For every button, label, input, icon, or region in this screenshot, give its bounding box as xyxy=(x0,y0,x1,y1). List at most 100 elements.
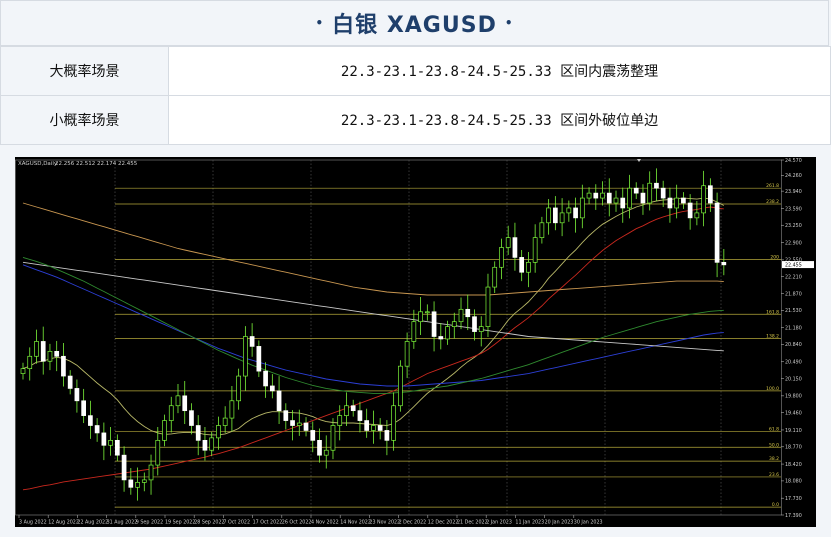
title-text: 白银 XAGUSD xyxy=(332,13,497,38)
candle-body xyxy=(499,247,504,268)
x-tick-label: 22 Aug 2022 xyxy=(77,520,108,526)
y-tick-label: 21.530 xyxy=(785,308,802,314)
candle-body xyxy=(182,395,188,412)
candle-body xyxy=(512,237,518,258)
fib-level-label: 50.0 xyxy=(769,442,779,448)
candle-body xyxy=(40,341,46,362)
candle-body xyxy=(323,449,329,456)
candle-body xyxy=(189,410,194,426)
candle-body xyxy=(519,257,525,273)
fib-level-label: 200 xyxy=(770,254,779,260)
candle-body xyxy=(81,400,86,416)
candle-body xyxy=(465,308,471,318)
y-tick-label: 19.460 xyxy=(785,410,802,416)
candle-body xyxy=(108,439,113,446)
candle-body xyxy=(67,375,73,389)
candle-body xyxy=(155,439,161,466)
candle-body xyxy=(384,430,390,441)
x-tick-label: 31 Aug 2022 xyxy=(107,520,138,526)
chart-title: XAGUSD,Daily xyxy=(18,161,58,167)
candle-body xyxy=(539,222,545,238)
candle-body xyxy=(532,237,538,263)
x-tick-label: 4 Nov 2022 xyxy=(311,520,339,526)
x-tick-label: 11 Jan 2023 xyxy=(515,520,544,526)
candle-body xyxy=(600,192,605,199)
candle-body xyxy=(148,464,154,481)
candle-body xyxy=(418,311,423,323)
candle-body xyxy=(694,212,700,219)
candle-body xyxy=(593,192,599,199)
candle-body xyxy=(290,420,295,426)
candle-body xyxy=(546,207,551,224)
candle-body xyxy=(620,197,626,209)
candle-body xyxy=(573,207,578,219)
candle-body xyxy=(559,212,565,224)
candle-body xyxy=(357,410,363,421)
ohlc-readout: 22.256 22.512 22.174 22.455 xyxy=(55,161,138,167)
candle-body xyxy=(249,336,255,347)
y-tick-label: 17.730 xyxy=(785,496,802,502)
x-tick-label: 12 Aug 2022 xyxy=(48,520,79,526)
y-tick-label: 19.800 xyxy=(785,394,802,400)
candle-body xyxy=(317,439,322,456)
candle-body xyxy=(431,311,437,337)
candle-body xyxy=(526,261,531,273)
x-tick-label: 17 Oct 2022 xyxy=(253,520,283,526)
candle-body xyxy=(121,454,127,481)
candle-body xyxy=(398,365,403,407)
candle-body xyxy=(377,425,383,431)
candle-body xyxy=(243,336,248,377)
y-tick-label: 24.570 xyxy=(785,158,802,164)
candle-body xyxy=(296,422,302,426)
candle-body xyxy=(222,417,228,426)
candle-body xyxy=(337,415,343,426)
x-tick-label: 3 Aug 2022 xyxy=(19,520,47,526)
candle-body xyxy=(687,202,693,219)
candle-body xyxy=(404,341,410,367)
candle-body xyxy=(88,415,93,426)
candle-body xyxy=(654,182,659,189)
x-tick-label: 7 Oct 2022 xyxy=(223,520,250,526)
candle-body xyxy=(640,192,646,204)
candle-body xyxy=(721,261,727,266)
candle-body xyxy=(344,405,349,416)
x-tick-label: 2 Jan 2023 xyxy=(486,520,512,526)
candle-body xyxy=(478,326,484,332)
y-tick-label: 22.210 xyxy=(785,274,802,280)
candle-body xyxy=(424,311,430,314)
candle-body xyxy=(141,479,147,483)
candle-body xyxy=(101,432,107,446)
candle-body xyxy=(391,405,396,441)
fib-level-label: 0.0 xyxy=(772,502,779,508)
candle-body xyxy=(438,336,444,340)
candle-body xyxy=(330,425,336,451)
candle-body xyxy=(256,346,262,372)
fib-level-label: 161.8 xyxy=(766,309,779,315)
candle-body xyxy=(61,355,66,377)
candle-body xyxy=(276,390,282,412)
candle-body xyxy=(216,425,221,439)
candle-body xyxy=(714,202,720,263)
candle-body xyxy=(606,192,612,204)
candle-body xyxy=(451,321,457,327)
candle-body xyxy=(492,266,498,288)
candle-body xyxy=(586,192,592,199)
scenario-value: 22.3-23.1-23.8-24.5-25.33 区间内震荡整理 xyxy=(168,46,831,96)
candle-body xyxy=(74,388,80,402)
candle-body xyxy=(27,355,33,369)
candle-body xyxy=(579,197,585,219)
candle-body xyxy=(472,316,477,332)
y-tick-label: 21.870 xyxy=(785,291,802,297)
fib-level-label: 261.8 xyxy=(766,183,779,189)
candle-body xyxy=(168,405,174,421)
candle-body xyxy=(660,187,666,199)
candle-body xyxy=(47,350,53,362)
scenario-value: 22.3-23.1-23.8-24.5-25.33 区间外破位单边 xyxy=(168,95,831,145)
candlestick-chart-svg: 261.8 238.2 200 161.8 138.2 100.0 61.8 50.0 38.2… xyxy=(15,157,816,527)
x-tick-label: 28 Sep 2022 xyxy=(194,520,224,526)
fib-level-label: 238.2 xyxy=(766,199,779,205)
x-tick-label: 19 Sep 2022 xyxy=(165,520,195,526)
current-price-label: 22.455 xyxy=(785,262,802,268)
candle-body xyxy=(350,405,356,412)
y-tick-label: 24.260 xyxy=(785,173,802,179)
